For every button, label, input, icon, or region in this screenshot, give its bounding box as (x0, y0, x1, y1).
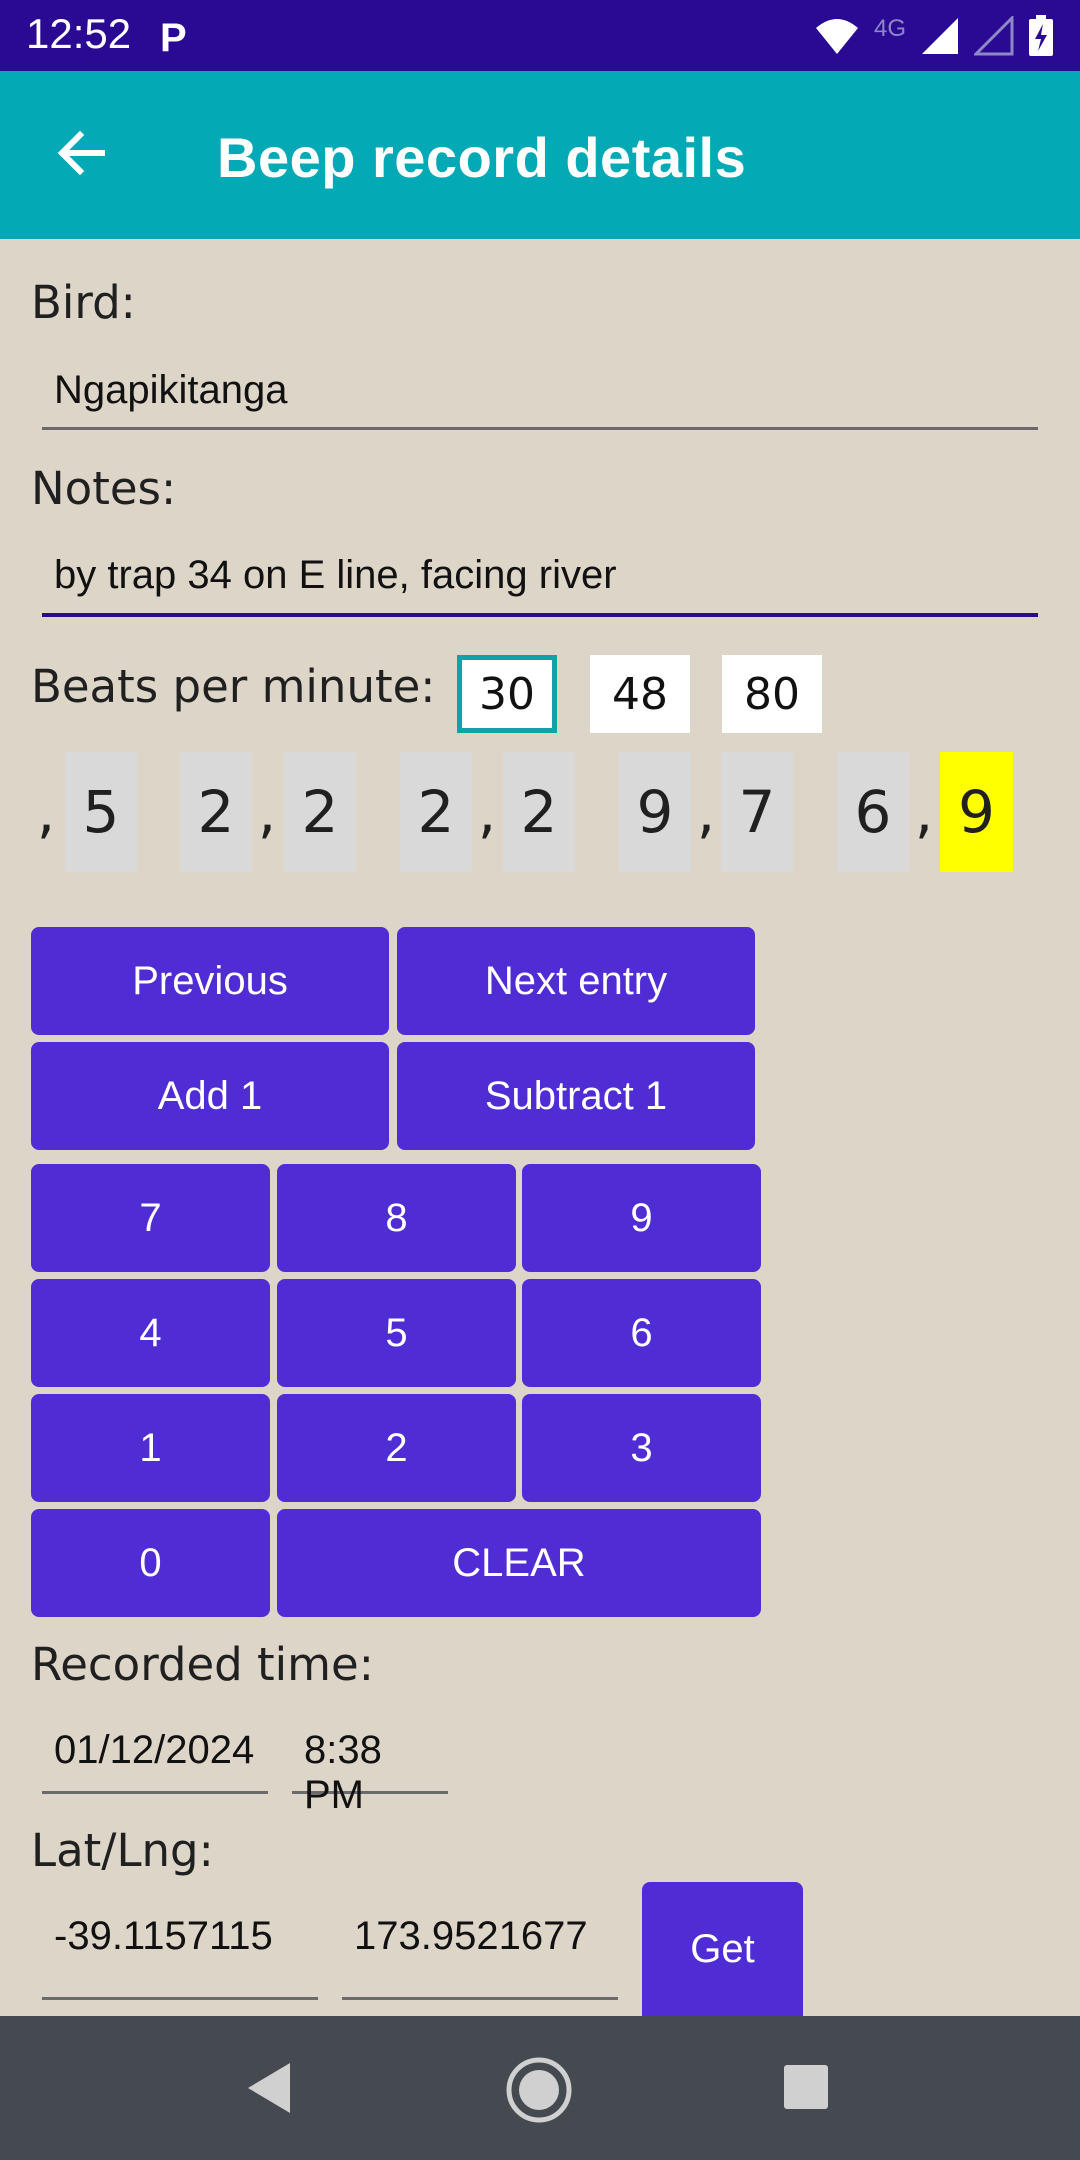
digit-separator: , (696, 778, 716, 846)
keypad-7-button[interactable]: 7 (31, 1164, 270, 1272)
digit-cell[interactable]: 2 (180, 752, 252, 872)
recents-square-icon[interactable] (782, 2063, 830, 2111)
digit-cell[interactable]: 9 (619, 752, 691, 872)
previous-button[interactable]: Previous (31, 927, 389, 1035)
wifi-icon (815, 19, 858, 54)
digit-separator: , (914, 778, 934, 846)
latlng-label: Lat/Lng: (31, 1824, 214, 1877)
status-icons: 4G (814, 14, 1054, 58)
bird-label: Bird: (31, 276, 136, 329)
bpm-value-3[interactable]: 80 (722, 655, 822, 733)
bpm-label: Beats per minute: (31, 660, 436, 713)
recorded-time-label: Recorded time: (31, 1638, 374, 1691)
signal-icon (922, 18, 958, 54)
status-time: 12:52 (26, 10, 132, 57)
app-bar: Beep record details (0, 71, 1080, 239)
digit-cell[interactable]: 2 (400, 752, 472, 872)
bpm-value-1[interactable]: 30 (457, 655, 557, 733)
digit-separator: , (257, 778, 277, 846)
status-bar: 12:52 P 4G (0, 0, 1080, 71)
digit-cell[interactable]: 2 (284, 752, 356, 872)
add-1-button[interactable]: Add 1 (31, 1042, 389, 1150)
clear-button[interactable]: CLEAR (277, 1509, 761, 1617)
signal-empty-icon (974, 16, 1014, 56)
subtract-1-button[interactable]: Subtract 1 (397, 1042, 755, 1150)
longitude-field[interactable]: 173.9521677 (342, 1914, 618, 2000)
bird-input[interactable]: Ngapikitanga (42, 368, 1038, 430)
back-arrow-icon[interactable] (52, 123, 112, 183)
digit-separator: , (36, 778, 56, 846)
keypad-3-button[interactable]: 3 (522, 1394, 761, 1502)
digit-separator: , (477, 778, 497, 846)
page-title: Beep record details (217, 126, 747, 189)
bpm-value-2[interactable]: 48 (590, 655, 690, 733)
digit-strip: , 5 2 , 2 2 , 2 9 , 7 6 , 9 (31, 752, 1031, 872)
latitude-field[interactable]: -39.1157115 (42, 1914, 318, 2000)
date-field[interactable]: 01/12/2024 (42, 1728, 268, 1794)
system-nav-bar (0, 2016, 1080, 2160)
battery-charging-icon (1029, 15, 1053, 56)
next-entry-button[interactable]: Next entry (397, 927, 755, 1035)
keypad-8-button[interactable]: 8 (277, 1164, 516, 1272)
keypad-2-button[interactable]: 2 (277, 1394, 516, 1502)
digit-cell[interactable]: 6 (837, 752, 909, 872)
back-triangle-icon[interactable] (244, 2061, 294, 2115)
keypad-0-button[interactable]: 0 (31, 1509, 270, 1617)
digit-cell[interactable]: 5 (65, 752, 137, 872)
parking-app-icon: P (160, 16, 187, 60)
digit-cell[interactable]: 2 (503, 752, 575, 872)
time-field[interactable]: 8:38 PM (292, 1728, 448, 1817)
home-circle-icon[interactable] (505, 2056, 573, 2124)
digit-cell-highlighted[interactable]: 9 (940, 752, 1013, 872)
notes-input[interactable]: by trap 34 on E line, facing river (42, 553, 1038, 617)
keypad-1-button[interactable]: 1 (31, 1394, 270, 1502)
digit-cell[interactable]: 7 (721, 752, 793, 872)
keypad-6-button[interactable]: 6 (522, 1279, 761, 1387)
keypad-9-button[interactable]: 9 (522, 1164, 761, 1272)
network-type-label: 4G (873, 15, 906, 42)
keypad-5-button[interactable]: 5 (277, 1279, 516, 1387)
keypad-4-button[interactable]: 4 (31, 1279, 270, 1387)
notes-label: Notes: (31, 462, 177, 515)
get-location-button[interactable]: Get (642, 1882, 803, 2016)
